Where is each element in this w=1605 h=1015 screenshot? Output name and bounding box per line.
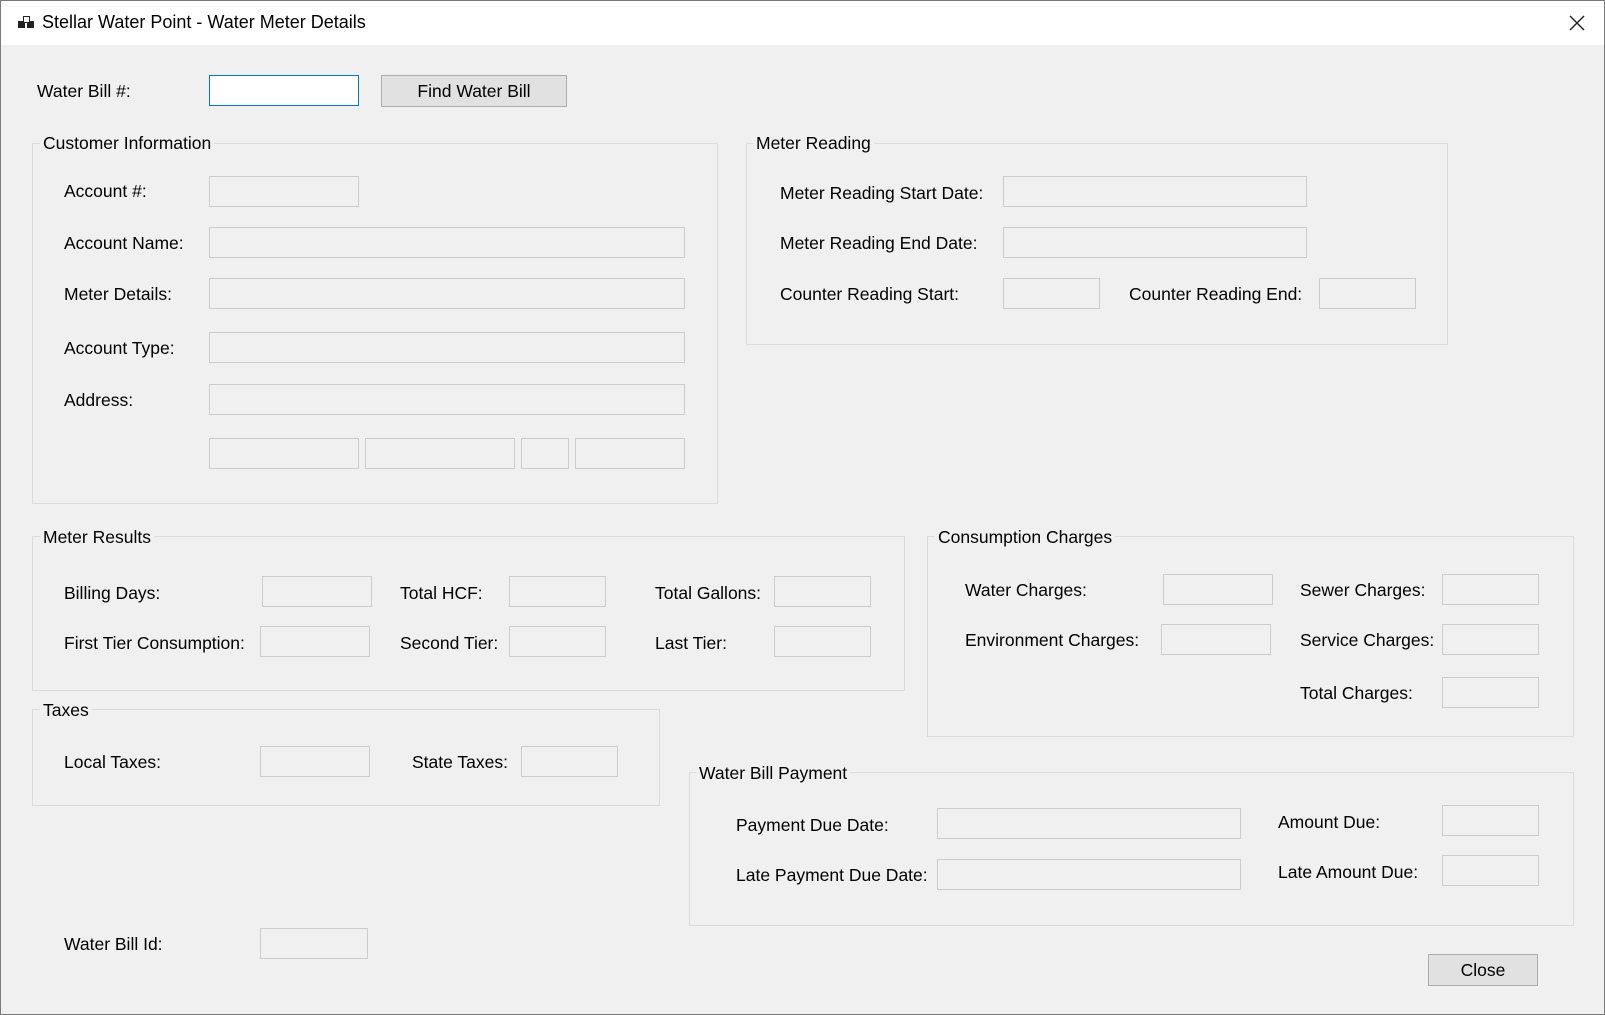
environment-charges-label: Environment Charges: xyxy=(965,630,1140,650)
meter-details-label: Meter Details: xyxy=(64,284,172,304)
last-tier-label: Last Tier: xyxy=(655,633,727,653)
counter-reading-start-field[interactable] xyxy=(1003,278,1100,309)
service-charges-label: Service Charges: xyxy=(1300,630,1435,650)
account-name-label: Account Name: xyxy=(64,233,184,253)
water-bill-number-input[interactable] xyxy=(209,75,359,106)
total-hcf-field[interactable] xyxy=(509,576,606,607)
total-charges-label: Total Charges: xyxy=(1300,683,1413,703)
account-number-label: Account #: xyxy=(64,181,147,201)
late-amount-due-field[interactable] xyxy=(1442,855,1539,886)
address-label: Address: xyxy=(64,390,134,410)
payment-due-date-field[interactable] xyxy=(937,808,1241,839)
first-tier-consumption-field[interactable] xyxy=(260,626,370,657)
total-hcf-label: Total HCF: xyxy=(400,583,483,603)
meter-details-field[interactable] xyxy=(209,278,685,309)
close-button[interactable]: Close xyxy=(1428,954,1538,986)
taxes-group-label: Taxes xyxy=(40,699,92,721)
address-field[interactable] xyxy=(209,384,685,415)
late-payment-due-date-field[interactable] xyxy=(937,859,1241,890)
counter-reading-end-label: Counter Reading End: xyxy=(1129,284,1303,304)
amount-due-field[interactable] xyxy=(1442,805,1539,836)
sewer-charges-label: Sewer Charges: xyxy=(1300,580,1426,600)
state-taxes-label: State Taxes: xyxy=(412,752,508,772)
meter-reading-start-date-label: Meter Reading Start Date: xyxy=(780,183,984,203)
state-field[interactable] xyxy=(521,438,569,469)
meter-reading-end-date-field[interactable] xyxy=(1003,227,1307,258)
total-charges-field[interactable] xyxy=(1442,677,1539,708)
customer-information-group-label: Customer Information xyxy=(40,132,215,154)
water-bill-id-label: Water Bill Id: xyxy=(64,934,163,954)
payment-due-date-label: Payment Due Date: xyxy=(736,815,889,835)
water-bill-number-label: Water Bill #: xyxy=(37,81,131,101)
environment-charges-field[interactable] xyxy=(1161,624,1271,655)
local-taxes-label: Local Taxes: xyxy=(64,752,161,772)
city-field[interactable] xyxy=(209,438,359,469)
window-title: Stellar Water Point - Water Meter Detail… xyxy=(42,12,366,32)
account-number-field[interactable] xyxy=(209,176,359,207)
amount-due-label: Amount Due: xyxy=(1278,812,1381,832)
meter-reading-start-date-field[interactable] xyxy=(1003,176,1307,207)
meter-reading-end-date-label: Meter Reading End Date: xyxy=(780,233,978,253)
water-bill-payment-group-label: Water Bill Payment xyxy=(696,762,851,784)
meter-reading-group-label: Meter Reading xyxy=(753,132,874,154)
water-bill-payment-group xyxy=(689,772,1574,926)
water-charges-field[interactable] xyxy=(1163,574,1273,605)
late-payment-due-date-label: Late Payment Due Date: xyxy=(736,865,928,885)
service-charges-field[interactable] xyxy=(1442,624,1539,655)
account-name-field[interactable] xyxy=(209,227,685,258)
consumption-charges-group-label: Consumption Charges xyxy=(935,526,1116,548)
late-amount-due-label: Late Amount Due: xyxy=(1278,862,1419,882)
zip-field[interactable] xyxy=(575,438,685,469)
sewer-charges-field[interactable] xyxy=(1442,574,1539,605)
app-icon xyxy=(18,16,34,28)
county-field[interactable] xyxy=(365,438,515,469)
state-taxes-field[interactable] xyxy=(521,746,618,777)
total-gallons-field[interactable] xyxy=(774,576,871,607)
close-icon[interactable] xyxy=(1565,11,1589,35)
water-bill-id-field[interactable] xyxy=(260,928,368,959)
billing-days-label: Billing Days: xyxy=(64,583,161,603)
account-type-label: Account Type: xyxy=(64,338,175,358)
last-tier-field[interactable] xyxy=(774,626,871,657)
water-meter-details-window: Stellar Water Point - Water Meter Detail… xyxy=(0,0,1605,1015)
local-taxes-field[interactable] xyxy=(260,746,370,777)
meter-results-group-label: Meter Results xyxy=(40,526,154,548)
title-bar: Stellar Water Point - Water Meter Detail… xyxy=(1,1,1604,45)
second-tier-label: Second Tier: xyxy=(400,633,499,653)
counter-reading-start-label: Counter Reading Start: xyxy=(780,284,959,304)
total-gallons-label: Total Gallons: xyxy=(655,583,762,603)
meter-results-group xyxy=(32,536,905,691)
find-water-bill-button[interactable]: Find Water Bill xyxy=(381,75,567,107)
water-charges-label: Water Charges: xyxy=(965,580,1087,600)
second-tier-field[interactable] xyxy=(509,626,606,657)
first-tier-consumption-label: First Tier Consumption: xyxy=(64,633,245,653)
billing-days-field[interactable] xyxy=(262,576,372,607)
account-type-field[interactable] xyxy=(209,332,685,363)
counter-reading-end-field[interactable] xyxy=(1319,278,1416,309)
